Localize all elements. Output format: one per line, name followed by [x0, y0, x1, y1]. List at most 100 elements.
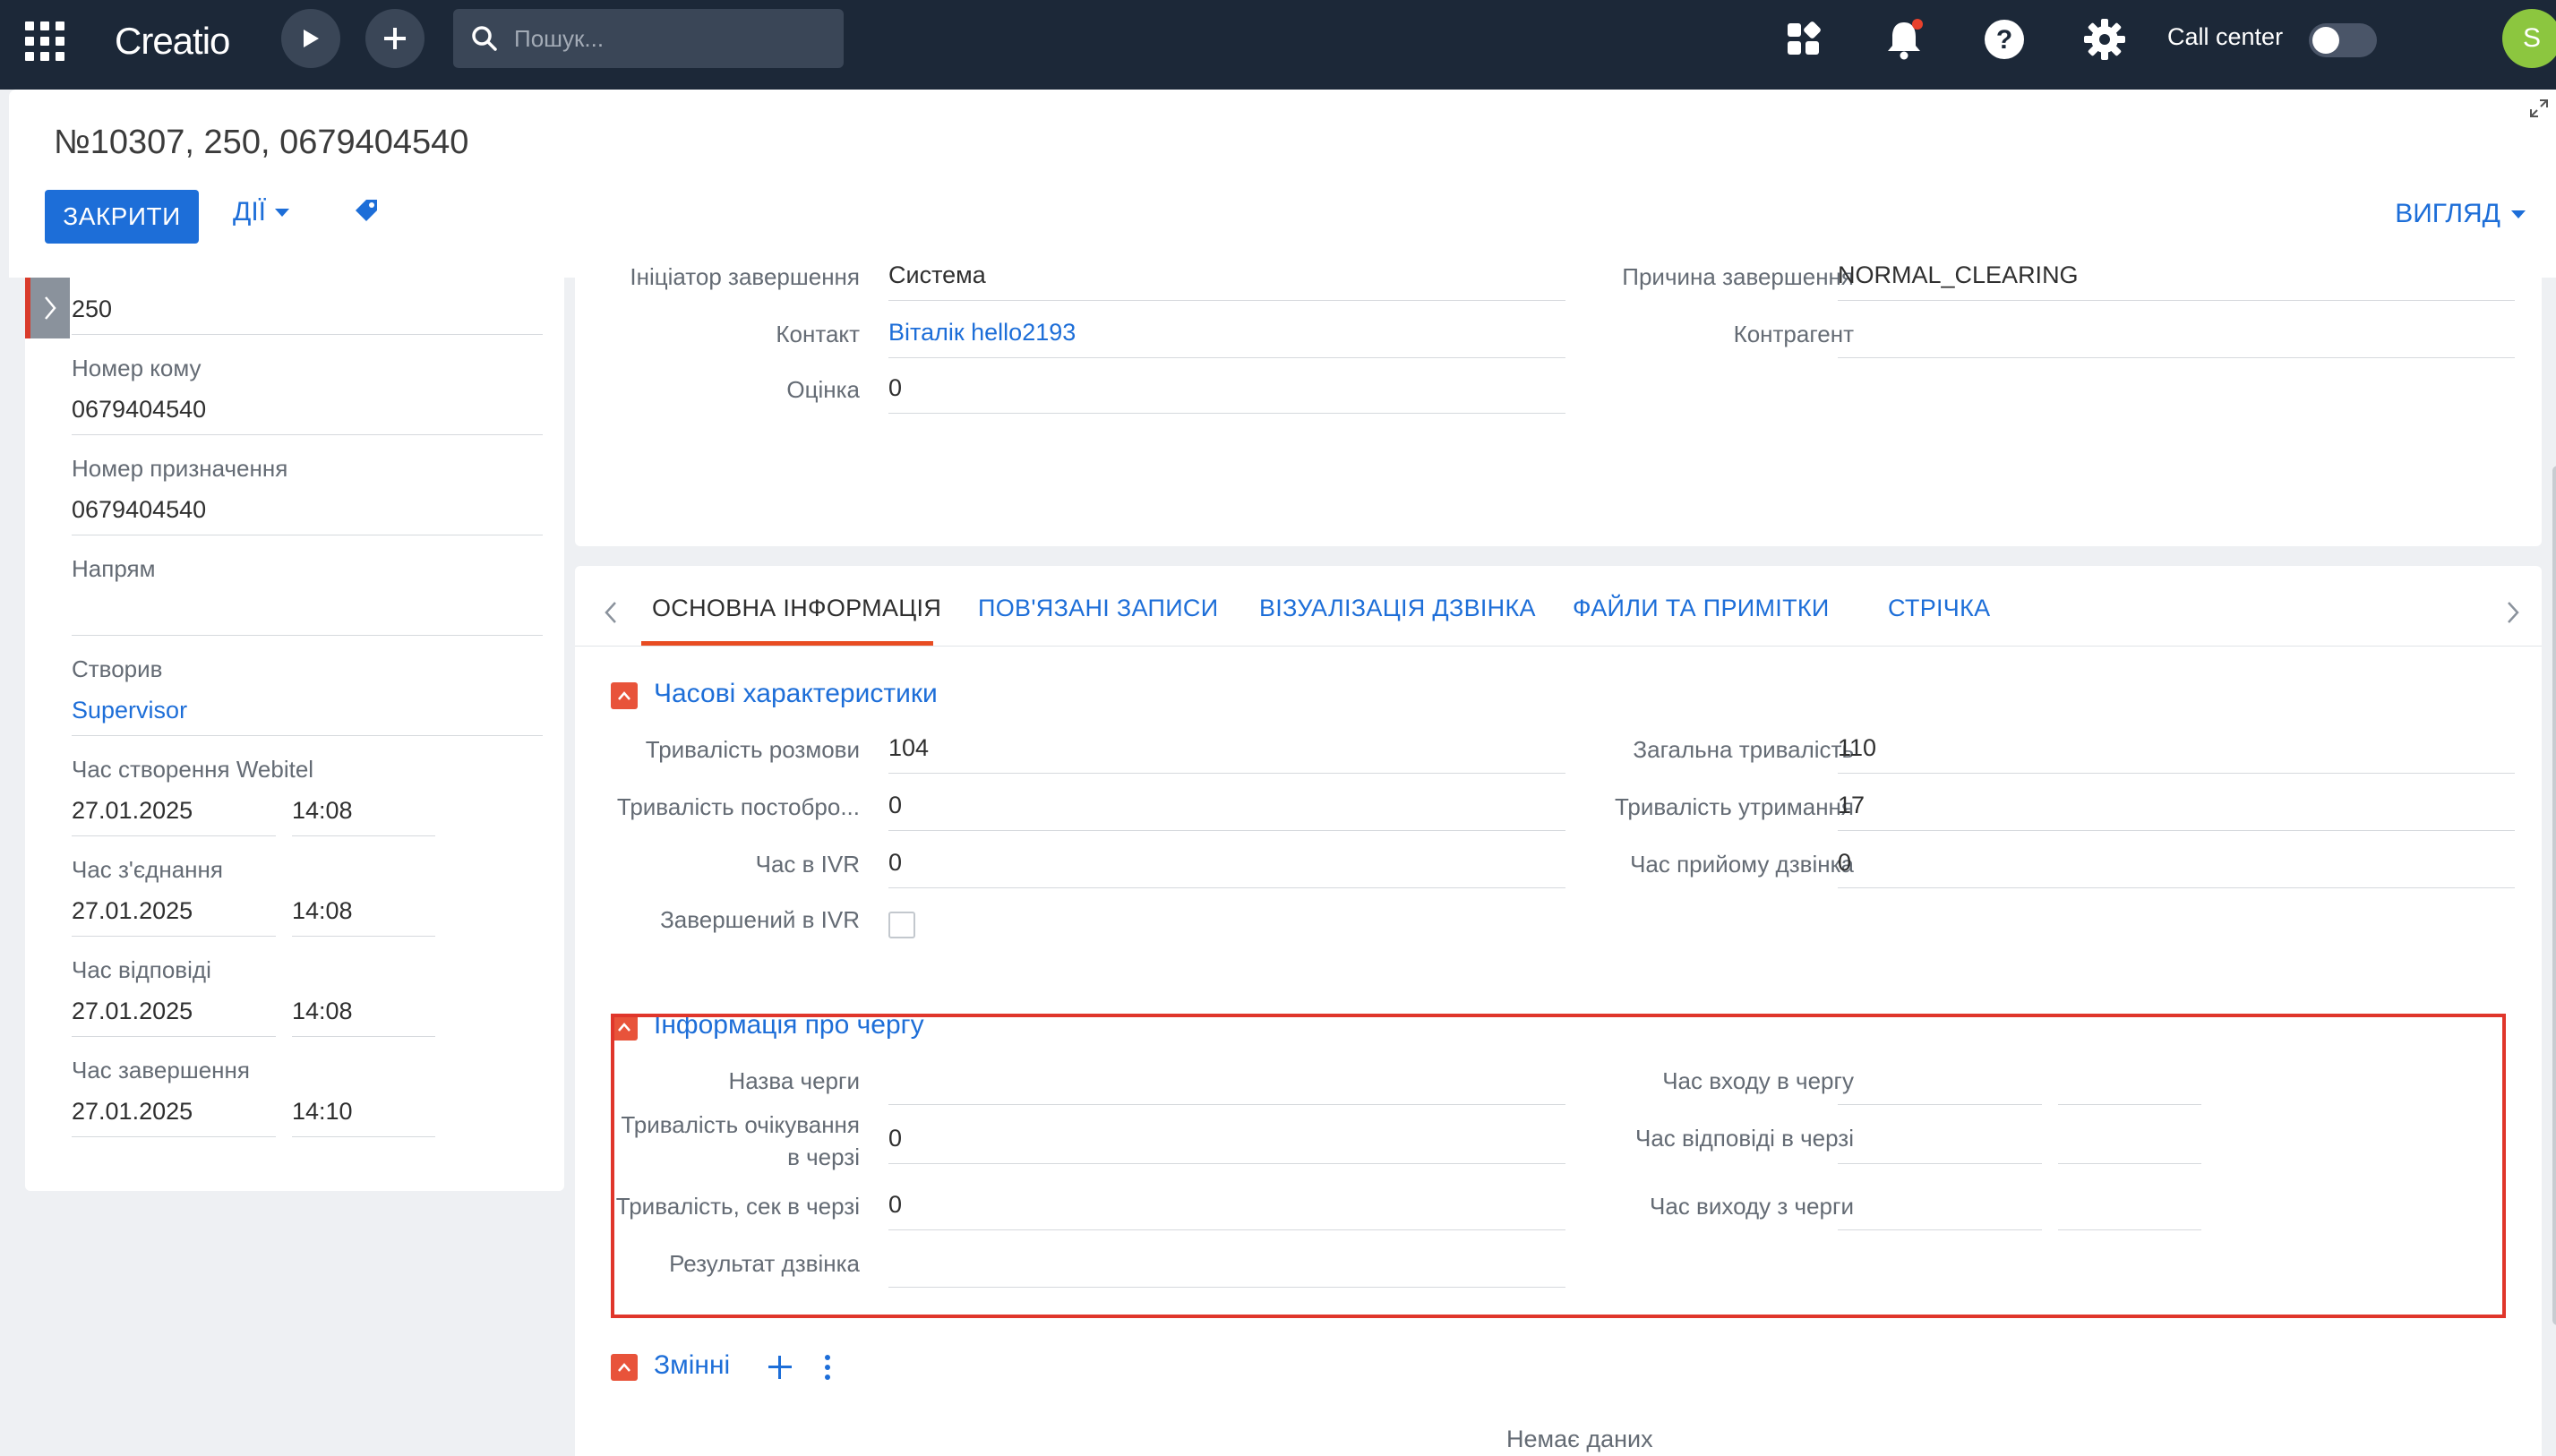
initiator-value[interactable]: Система: [888, 258, 1565, 301]
field-label: Загальна тривалість: [1633, 736, 1854, 763]
field-label: Завершений в IVR: [660, 906, 860, 933]
apps-menu-icon[interactable]: [25, 21, 64, 61]
collapse-section-button[interactable]: [611, 682, 638, 709]
search-icon: [472, 26, 497, 51]
svg-text:?: ?: [1996, 25, 2012, 55]
date-value[interactable]: 27.01.2025: [72, 797, 276, 836]
field-label: Ініціатор завершення: [630, 263, 860, 290]
number-to-value[interactable]: 0679404540: [72, 396, 543, 435]
call-center-toggle[interactable]: [2309, 23, 2377, 57]
section-title-time[interactable]: Часові характеристики: [654, 679, 938, 709]
field-label: Номер призначення: [72, 455, 288, 482]
expand-icon[interactable]: [2529, 98, 2549, 123]
field-label: Час прийому дзвінка: [1630, 851, 1854, 878]
ivr-time-value[interactable]: 0: [888, 845, 1565, 888]
page-title: №10307, 250, 0679404540: [54, 124, 469, 161]
contact-link[interactable]: Віталік hello2193: [888, 315, 1565, 358]
queue-section-highlight: [611, 1014, 2506, 1318]
account-value[interactable]: [1838, 315, 2515, 358]
dashboards-icon[interactable]: [1779, 14, 1829, 64]
created-by-link[interactable]: Supervisor: [72, 697, 543, 736]
field-label: Час в IVR: [755, 851, 860, 878]
total-duration-value[interactable]: 110: [1838, 731, 2515, 774]
active-tab-underline: [641, 641, 933, 646]
tab-main-info[interactable]: ОСНОВНА ІНФОРМАЦІЯ: [652, 595, 941, 622]
play-icon: [304, 30, 319, 47]
record-card: №10307, 250, 0679404540 ЗАКРИТИ ДІЇ ВИГЛ…: [9, 90, 2556, 1456]
field-label: Час відповіді: [72, 956, 211, 983]
plus-icon: [384, 28, 406, 49]
add-variable-button[interactable]: [767, 1354, 793, 1385]
reason-value[interactable]: NORMAL_CLEARING: [1838, 258, 2515, 301]
field-label: Час створення Webitel: [72, 756, 314, 783]
tab-feed[interactable]: СТРІЧКА: [1888, 595, 1990, 622]
add-button[interactable]: [365, 9, 425, 68]
time-value[interactable]: 14:08: [292, 998, 435, 1037]
notifications-bell-icon[interactable]: [1879, 14, 1929, 64]
collapse-section-button[interactable]: [611, 1354, 638, 1381]
settings-gear-icon[interactable]: [2080, 14, 2130, 64]
field-label: Створив: [72, 655, 163, 682]
top-bar: Creatio ? Call center S: [0, 0, 2556, 90]
field-label: Час з'єднання: [72, 856, 223, 883]
chevron-up-icon: [618, 1363, 630, 1372]
run-process-button[interactable]: [281, 9, 340, 68]
field-label: Напрям: [72, 555, 156, 582]
view-dropdown[interactable]: ВИГЛЯД: [2395, 199, 2526, 229]
chevron-down-icon: [2511, 210, 2526, 218]
ivr-finished-checkbox[interactable]: [888, 912, 915, 938]
chevron-up-icon: [618, 691, 630, 700]
plus-icon: [768, 1356, 792, 1379]
creatio-logo: Creatio: [115, 20, 230, 62]
tag-icon[interactable]: [353, 197, 380, 228]
field-label: Контакт: [776, 321, 860, 347]
view-label: ВИГЛЯД: [2395, 199, 2500, 228]
user-avatar[interactable]: S: [2502, 9, 2556, 68]
hold-duration-value[interactable]: 17: [1838, 788, 2515, 831]
date-value[interactable]: 27.01.2025: [72, 1098, 276, 1137]
field-label: Тривалість постобро...: [616, 793, 860, 820]
field-label: Час завершення: [72, 1057, 250, 1083]
field-label: Тривалість утримання: [1614, 793, 1854, 820]
caller-number-value[interactable]: 250: [72, 295, 543, 335]
destination-number-value[interactable]: 0679404540: [72, 496, 543, 535]
rating-value[interactable]: 0: [888, 371, 1565, 414]
call-accept-time-value[interactable]: 0: [1838, 845, 2515, 888]
search-input[interactable]: [514, 9, 828, 68]
search-box[interactable]: [453, 9, 844, 68]
field-label: Оцінка: [786, 376, 860, 403]
chevron-right-icon[interactable]: [2506, 600, 2520, 630]
chevron-left-icon[interactable]: [604, 600, 618, 630]
tabs-panel: ОСНОВНА ІНФОРМАЦІЯ ПОВ'ЯЗАНІ ЗАПИСИ ВІЗУ…: [575, 566, 2542, 1456]
tab-call-visualization[interactable]: ВІЗУАЛІЗАЦІЯ ДЗВІНКА: [1259, 595, 1536, 622]
field-label: Контрагент: [1733, 321, 1854, 347]
direction-value[interactable]: [72, 596, 543, 636]
chevron-right-icon: [45, 296, 56, 320]
summary-panel: Ініціатор завершення Система Причина зав…: [575, 261, 2542, 546]
time-value[interactable]: 14:08: [292, 797, 435, 836]
tabs-bar: ОСНОВНА ІНФОРМАЦІЯ ПОВ'ЯЗАНІ ЗАПИСИ ВІЗУ…: [575, 566, 2542, 647]
tab-files-notes[interactable]: ФАЙЛИ ТА ПРИМІТКИ: [1573, 595, 1830, 622]
field-label: Номер кому: [72, 355, 202, 381]
close-button[interactable]: ЗАКРИТИ: [45, 190, 199, 244]
empty-state-text: Немає даних: [1506, 1426, 1653, 1452]
help-icon[interactable]: ?: [1979, 14, 2029, 64]
date-value[interactable]: 27.01.2025: [72, 897, 276, 937]
section-title-variables[interactable]: Змінні: [654, 1350, 730, 1381]
field-label: Причина завершення: [1622, 263, 1854, 290]
time-value[interactable]: 14:08: [292, 897, 435, 937]
field-label: Тривалість розмови: [645, 736, 860, 763]
actions-dropdown[interactable]: ДІЇ: [233, 197, 289, 227]
chevron-down-icon: [275, 208, 289, 217]
time-value[interactable]: 14:10: [292, 1098, 435, 1137]
post-processing-duration-value[interactable]: 0: [888, 788, 1565, 831]
date-value[interactable]: 27.01.2025: [72, 998, 276, 1037]
tab-related-records[interactable]: ПОВ'ЯЗАНІ ЗАПИСИ: [978, 595, 1218, 622]
call-center-label: Call center: [2167, 23, 2284, 50]
talk-duration-value[interactable]: 104: [888, 731, 1565, 774]
left-profile-column: 250 Номер кому 0679404540 Номер призначе…: [25, 278, 564, 1191]
more-options-icon[interactable]: [822, 1354, 833, 1385]
scrollbar[interactable]: [2552, 466, 2556, 1325]
collapse-panel-button[interactable]: [25, 278, 70, 338]
actions-label: ДІЇ: [233, 197, 266, 227]
